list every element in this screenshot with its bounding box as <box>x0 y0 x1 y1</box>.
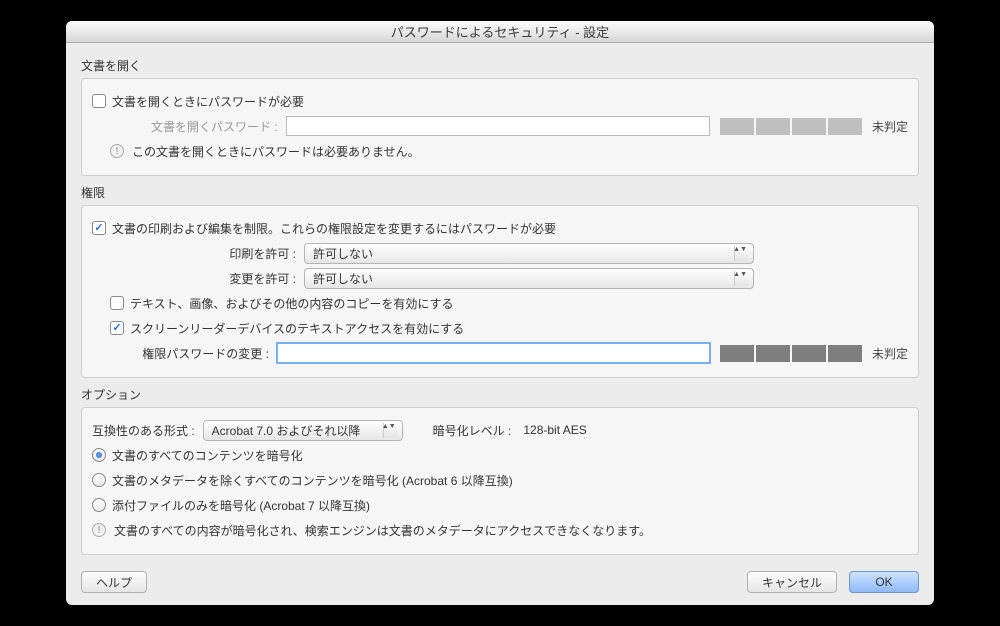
titlebar: パスワードによるセキュリティ - 設定 <box>66 21 934 43</box>
open-strength-text: 未判定 <box>872 118 908 135</box>
dialog-window: パスワードによるセキュリティ - 設定 文書を開く 文書を開くときにパスワードが… <box>66 21 934 605</box>
encrypt-except-meta-label: 文書のメタデータを除くすべてのコンテンツを暗号化 (Acrobat 6 以降互換… <box>112 472 513 489</box>
screenreader-checkbox[interactable] <box>110 321 124 335</box>
encrypt-all-label: 文書のすべてのコンテンツを暗号化 <box>112 447 303 464</box>
chevron-updown-icon: ▲▼ <box>382 423 396 430</box>
section-opt: 互換性のある形式 : Acrobat 7.0 およびそれ以降 ▲▼ 暗号化レベル… <box>81 407 919 555</box>
compat-value: Acrobat 7.0 およびそれ以降 <box>212 422 361 439</box>
require-open-password-label: 文書を開くときにパスワードが必要 <box>112 93 304 110</box>
change-allow-value: 許可しない <box>313 270 373 287</box>
open-info-text: この文書を開くときにパスワードは必要ありません。 <box>132 143 420 160</box>
encrypt-attachments-radio[interactable] <box>92 498 106 512</box>
perm-password-strength <box>720 345 862 362</box>
section-open-label: 文書を開く <box>81 57 919 74</box>
section-perm-label: 権限 <box>81 184 919 201</box>
print-allow-value: 許可しない <box>313 245 373 262</box>
section-perm: 文書の印刷および編集を制限。これらの権限設定を変更するにはパスワードが必要 印刷… <box>81 205 919 378</box>
chevron-updown-icon: ▲▼ <box>733 246 747 253</box>
window-title: パスワードによるセキュリティ - 設定 <box>391 22 609 41</box>
content: 文書を開く 文書を開くときにパスワードが必要 文書を開くパスワード : 未判定 … <box>66 43 934 605</box>
enc-level-value: 128-bit AES <box>523 423 586 437</box>
change-allow-label: 変更を許可 : <box>92 270 296 287</box>
screenreader-label: スクリーンリーダーデバイスのテキストアクセスを有効にする <box>130 320 464 337</box>
open-password-strength <box>720 118 862 135</box>
enc-level-label: 暗号化レベル : <box>433 422 512 439</box>
compat-select[interactable]: Acrobat 7.0 およびそれ以降 ▲▼ <box>203 420 403 441</box>
require-open-password-checkbox[interactable] <box>92 94 106 108</box>
ok-button[interactable]: OK <box>849 571 919 593</box>
info-icon: ! <box>110 144 124 158</box>
perm-password-input[interactable] <box>277 343 710 363</box>
restrict-label: 文書の印刷および編集を制限。これらの権限設定を変更するにはパスワードが必要 <box>112 220 556 237</box>
copy-label: テキスト、画像、およびその他の内容のコピーを有効にする <box>130 295 454 312</box>
cancel-button[interactable]: キャンセル <box>747 571 837 593</box>
print-allow-label: 印刷を許可 : <box>92 245 296 262</box>
change-allow-select[interactable]: 許可しない ▲▼ <box>304 268 754 289</box>
open-password-input[interactable] <box>286 116 710 136</box>
perm-strength-text: 未判定 <box>872 345 908 362</box>
compat-label: 互換性のある形式 : <box>92 422 195 439</box>
help-button[interactable]: ヘルプ <box>81 571 147 593</box>
section-open: 文書を開くときにパスワードが必要 文書を開くパスワード : 未判定 ! この文書… <box>81 78 919 176</box>
chevron-updown-icon: ▲▼ <box>733 271 747 278</box>
open-password-label: 文書を開くパスワード : <box>110 118 278 135</box>
footer: ヘルプ キャンセル OK <box>81 563 919 593</box>
encrypt-attachments-label: 添付ファイルのみを暗号化 (Acrobat 7 以降互換) <box>112 497 370 514</box>
encrypt-except-meta-radio[interactable] <box>92 473 106 487</box>
opt-info-text: 文書のすべての内容が暗号化され、検索エンジンは文書のメタデータにアクセスできなく… <box>114 522 651 539</box>
section-opt-label: オプション <box>81 386 919 403</box>
encrypt-all-radio[interactable] <box>92 448 106 462</box>
copy-checkbox[interactable] <box>110 296 124 310</box>
restrict-checkbox[interactable] <box>92 221 106 235</box>
perm-password-label: 権限パスワードの変更 : <box>92 345 269 362</box>
info-icon: ! <box>92 523 106 537</box>
print-allow-select[interactable]: 許可しない ▲▼ <box>304 243 754 264</box>
